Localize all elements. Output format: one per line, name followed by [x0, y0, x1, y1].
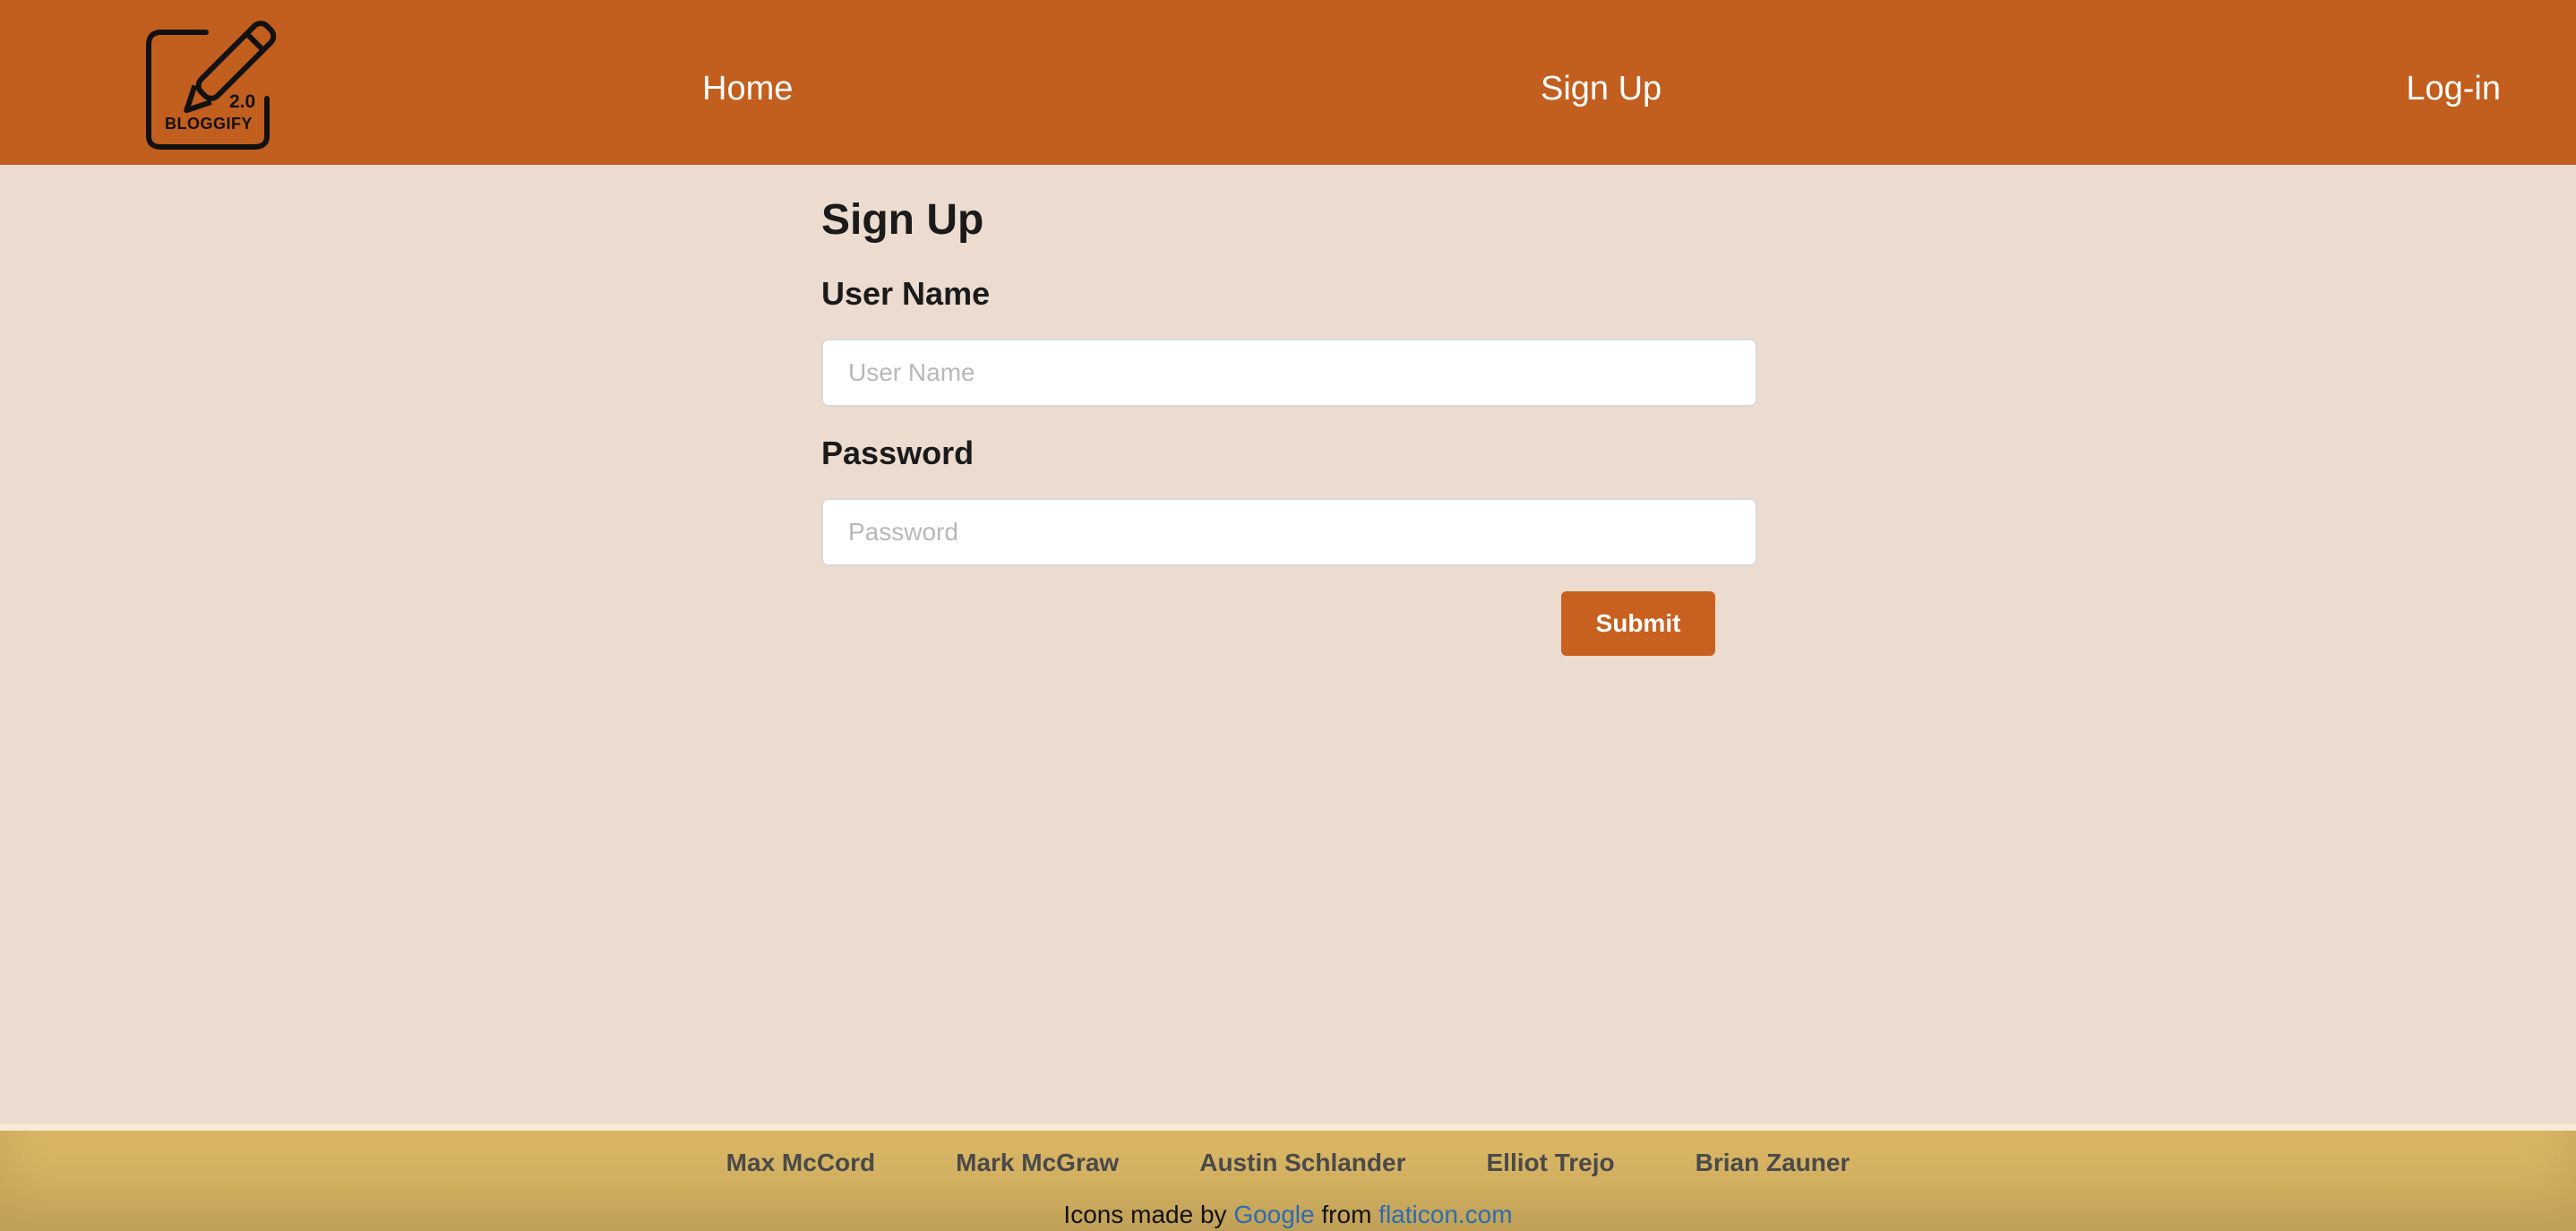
logo-name: BLOGGIFY	[165, 115, 253, 133]
author-name: Elliot Trejo	[1486, 1149, 1615, 1176]
submit-button[interactable]: Submit	[1561, 591, 1715, 656]
password-input[interactable]	[821, 498, 1757, 566]
nav-signup-link[interactable]: Sign Up	[1541, 72, 1662, 106]
credits-google-link[interactable]: Google	[1233, 1201, 1314, 1228]
page-title: Sign Up	[821, 196, 984, 244]
username-input[interactable]	[821, 339, 1757, 407]
author-name: Brian Zauner	[1695, 1149, 1850, 1176]
credits-prefix: Icons made by	[1063, 1201, 1227, 1228]
username-label: User Name	[821, 275, 991, 312]
password-label: Password	[821, 435, 975, 471]
author-name: Austin Schlander	[1199, 1149, 1406, 1176]
credits-flaticon-link[interactable]: flaticon.com	[1378, 1201, 1512, 1228]
bloggify-logo[interactable]: 2.0 BLOGGIFY	[143, 14, 281, 151]
footer: Max McCord Mark McGraw Austin Schlander …	[0, 1131, 2576, 1231]
icon-credits: Icons made by Google from flaticon.com	[0, 1201, 2576, 1229]
author-name: Mark McGraw	[956, 1149, 1120, 1176]
signup-form: Sign Up User Name Password Submit	[821, 192, 1757, 656]
author-name: Max McCord	[726, 1149, 876, 1176]
top-navbar: 2.0 BLOGGIFY Home Sign Up Log-in	[0, 0, 2576, 165]
footer-divider	[0, 1123, 2576, 1131]
credits-middle: from	[1321, 1201, 1372, 1228]
author-list: Max McCord Mark McGraw Austin Schlander …	[0, 1149, 2576, 1177]
page: 2.0 BLOGGIFY Home Sign Up Log-in Sign Up…	[0, 0, 2576, 1231]
nav-home-link[interactable]: Home	[702, 72, 793, 106]
logo-version: 2.0	[229, 91, 256, 112]
nav-login-link[interactable]: Log-in	[2406, 72, 2501, 106]
